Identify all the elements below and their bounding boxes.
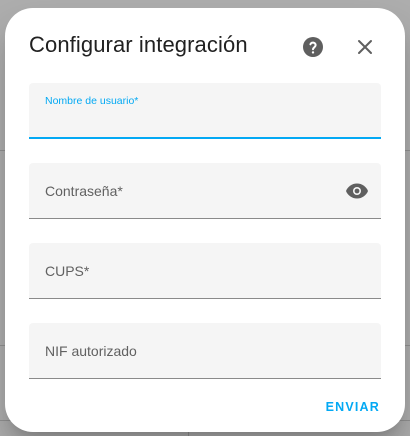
eye-icon[interactable] xyxy=(345,179,369,203)
dialog-title: Configurar integración xyxy=(29,32,248,57)
nif-input[interactable] xyxy=(45,350,365,372)
username-field[interactable]: Nombre de usuario* xyxy=(29,83,381,139)
password-input[interactable] xyxy=(45,190,333,212)
submit-button[interactable]: ENVIAR xyxy=(326,396,380,418)
cups-input[interactable] xyxy=(45,270,365,292)
username-label: Nombre de usuario* xyxy=(45,95,139,107)
password-field[interactable]: Contraseña* xyxy=(29,163,381,219)
cups-field[interactable]: CUPS* xyxy=(29,243,381,299)
configure-integration-dialog: Configurar integración Nombre de usuario… xyxy=(5,8,405,432)
username-input[interactable] xyxy=(45,109,365,131)
nif-field[interactable]: NIF autorizado xyxy=(29,323,381,379)
help-circle-icon[interactable] xyxy=(301,35,325,59)
close-icon[interactable] xyxy=(353,35,377,59)
